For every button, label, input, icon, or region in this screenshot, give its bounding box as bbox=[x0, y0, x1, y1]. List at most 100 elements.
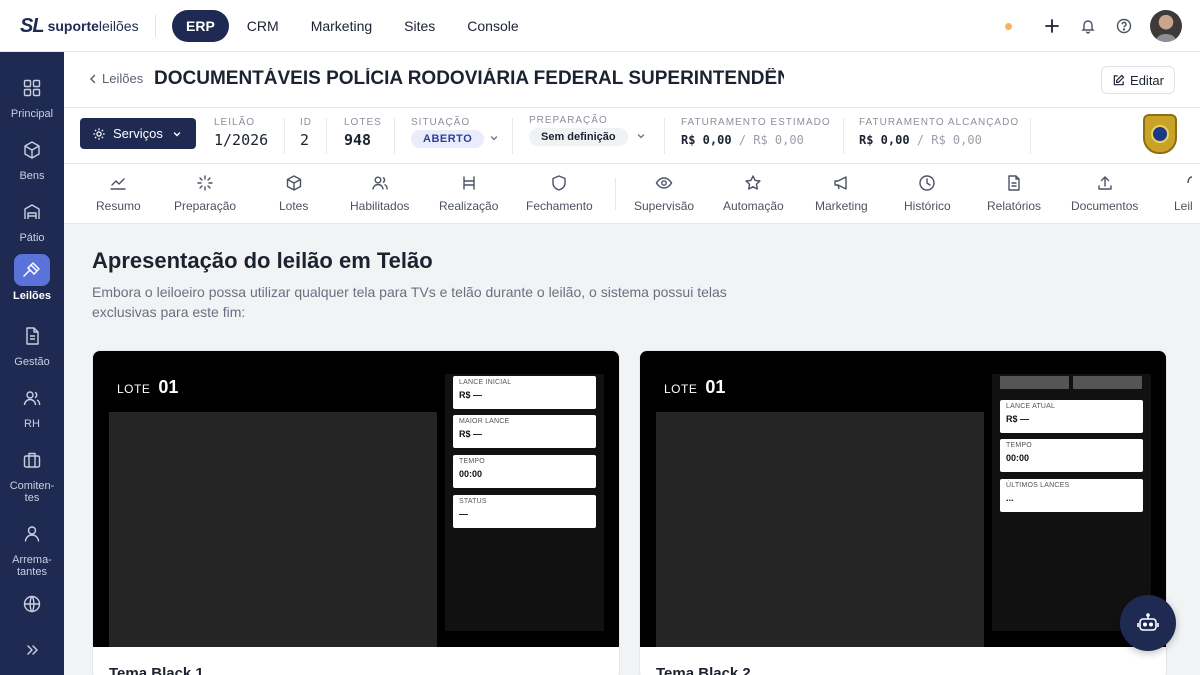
preview-bar bbox=[1000, 376, 1069, 389]
plus-icon[interactable] bbox=[1034, 10, 1070, 42]
back-link[interactable]: Leilões bbox=[86, 71, 143, 86]
sidebar-item-label: RH bbox=[24, 418, 40, 430]
services-label: Serviços bbox=[113, 126, 163, 141]
tab-preparacao[interactable]: Preparação bbox=[174, 172, 236, 213]
sidebar-item-arrematantes[interactable]: Arrema- tantes bbox=[0, 518, 64, 578]
eye-icon bbox=[655, 172, 673, 194]
theme-preview: LOTE 01 LANCE ATUAL R$ — TEMPO 00:00 ÚLTIM… bbox=[640, 351, 1166, 647]
topnav-crm[interactable]: CRM bbox=[233, 10, 293, 42]
tab-label: Marketing bbox=[815, 199, 868, 213]
tab-relatorios[interactable]: Relatórios bbox=[987, 172, 1041, 213]
theme-card-black-2[interactable]: LOTE 01 LANCE ATUAL R$ — TEMPO 00:00 ÚLTIM… bbox=[639, 350, 1167, 675]
sidebar-item-gestao[interactable]: Gestão bbox=[0, 320, 64, 368]
topnav-sites[interactable]: Sites bbox=[390, 10, 449, 42]
top-nav: ERP CRM Marketing Sites Console bbox=[172, 10, 537, 42]
auction-info-bar: Serviços LEILÃO 1/2026 ID 2 LOTES 948 SI… bbox=[64, 108, 1200, 164]
status-dot bbox=[1005, 22, 1012, 30]
tab-supervisao[interactable]: Supervisão bbox=[634, 172, 694, 213]
document-icon bbox=[14, 320, 50, 352]
sidebar-item-rh[interactable]: RH bbox=[0, 382, 64, 430]
sidebar-item-sites[interactable] bbox=[0, 588, 64, 620]
theme-name: Tema Black 2 bbox=[656, 665, 751, 675]
preparation-badge: Sem definição bbox=[529, 128, 628, 146]
tab-leiloeiro[interactable]: Leil bbox=[1174, 172, 1193, 213]
police-badge-logo bbox=[1143, 114, 1177, 154]
info-leilao: LEILÃO 1/2026 bbox=[214, 117, 268, 149]
tab-label: Realização bbox=[439, 199, 499, 213]
sidebar-expand[interactable] bbox=[0, 634, 64, 666]
divider bbox=[155, 15, 156, 37]
gear-icon bbox=[93, 127, 105, 140]
edit-button[interactable]: Editar bbox=[1101, 66, 1175, 94]
info-lotes: LOTES 948 bbox=[344, 117, 382, 149]
assistant-bot-button[interactable] bbox=[1120, 595, 1176, 651]
topnav-marketing[interactable]: Marketing bbox=[297, 10, 386, 42]
tab-label: Leil bbox=[1174, 199, 1193, 213]
clock-icon bbox=[918, 172, 936, 194]
brand-logo[interactable]: SL suporteleilões bbox=[20, 14, 139, 38]
tab-label: Resumo bbox=[96, 199, 141, 213]
bell-icon[interactable] bbox=[1070, 10, 1106, 42]
tab-lotes[interactable]: Lotes bbox=[279, 172, 308, 213]
info-value: 948 bbox=[344, 131, 372, 149]
preview-box: MAIOR LANCE R$ — bbox=[453, 415, 596, 448]
info-label: ID bbox=[300, 117, 312, 128]
theme-card-black-1[interactable]: LOTE 01 LANCE INICIAL R$ — MAIOR LANCE R$ … bbox=[92, 350, 620, 675]
tab-label: Supervisão bbox=[634, 199, 695, 213]
sidebar: Principal Bens Pátio Leilões Gestão RH C… bbox=[0, 52, 64, 675]
tab-label: Lotes bbox=[279, 199, 309, 213]
tab-habilitados[interactable]: Habilitados bbox=[350, 172, 409, 213]
logo-text: suporteleilões bbox=[47, 18, 139, 34]
services-button[interactable]: Serviços bbox=[80, 118, 196, 149]
topnav-console[interactable]: Console bbox=[453, 10, 532, 42]
globe-icon bbox=[14, 588, 50, 620]
tab-historico[interactable]: Histórico bbox=[904, 172, 951, 213]
info-label: LOTES bbox=[344, 117, 382, 128]
tab-resumo[interactable]: Resumo bbox=[96, 172, 141, 213]
tab-automacao[interactable]: Automação bbox=[723, 172, 784, 213]
chevron-down-icon bbox=[491, 136, 498, 141]
info-value: 1/2026 bbox=[214, 131, 269, 149]
info-preparacao[interactable]: PREPARAÇÃO Sem definição bbox=[529, 115, 646, 146]
info-situacao[interactable]: SITUAÇÃO ABERTO bbox=[411, 117, 499, 148]
sidebar-item-label: Bens bbox=[19, 170, 45, 182]
chevron-left-icon bbox=[89, 74, 96, 83]
divider bbox=[326, 118, 327, 154]
preview-box: TEMPO 00:00 bbox=[1000, 439, 1143, 472]
file-text-icon bbox=[1005, 172, 1023, 194]
info-id: ID 2 bbox=[300, 117, 312, 149]
megaphone-icon bbox=[832, 172, 850, 194]
sidebar-item-label: Comiten- tes bbox=[9, 480, 55, 504]
sidebar-item-bens[interactable]: Bens bbox=[0, 134, 64, 182]
tab-documentos[interactable]: Documentos bbox=[1071, 172, 1138, 213]
lot-label: LOTE 01 bbox=[117, 377, 179, 397]
media-placeholder bbox=[656, 412, 984, 647]
users-icon bbox=[14, 382, 50, 414]
info-label: FATURAMENTO ALCANÇADO bbox=[859, 117, 1020, 128]
tab-label: Documentos bbox=[1071, 199, 1139, 213]
preview-box: STATUS — bbox=[453, 495, 596, 528]
edit-icon bbox=[1113, 74, 1125, 85]
topnav-erp[interactable]: ERP bbox=[172, 10, 229, 42]
sidebar-item-principal[interactable]: Principal bbox=[0, 72, 64, 120]
theme-name: Tema Black 1 bbox=[109, 665, 204, 675]
user-avatar[interactable] bbox=[1150, 10, 1182, 42]
tab-realizacao[interactable]: Realização bbox=[439, 172, 498, 213]
users-icon bbox=[371, 172, 389, 194]
section-title: Apresentação do leilão em Telão bbox=[92, 248, 433, 273]
tab-label: Automação bbox=[723, 199, 784, 213]
divider bbox=[1030, 118, 1031, 154]
tab-label: Histórico bbox=[904, 199, 951, 213]
tab-fechamento[interactable]: Fechamento bbox=[526, 172, 593, 213]
grid-icon bbox=[14, 72, 50, 104]
sidebar-item-comitentes[interactable]: Comiten- tes bbox=[0, 444, 64, 504]
preview-box: TEMPO 00:00 bbox=[453, 455, 596, 488]
divider bbox=[512, 118, 513, 154]
sidebar-item-patio[interactable]: Pátio bbox=[0, 196, 64, 244]
box-icon bbox=[14, 134, 50, 166]
help-icon[interactable] bbox=[1106, 10, 1142, 42]
sidebar-item-label: Leilões bbox=[13, 290, 51, 302]
sidebar-item-leiloes[interactable]: Leilões bbox=[0, 254, 64, 302]
partial-icon bbox=[1174, 172, 1192, 194]
tab-marketing[interactable]: Marketing bbox=[815, 172, 868, 213]
